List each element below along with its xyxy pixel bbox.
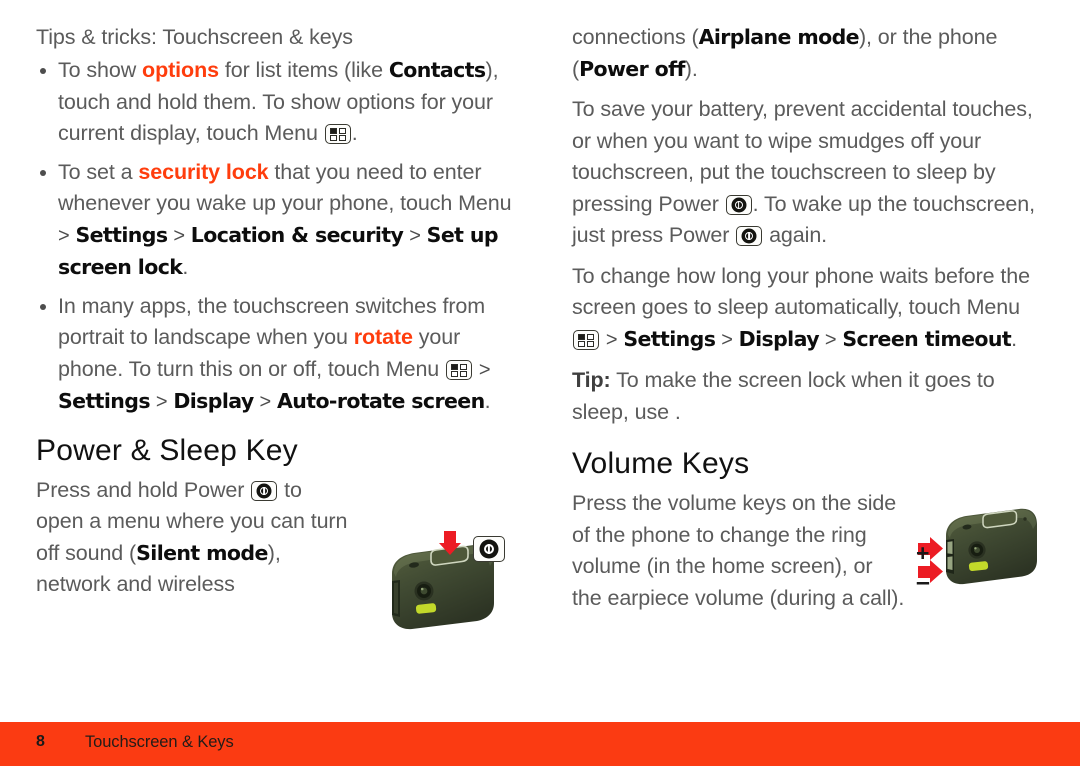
power-icon [725,194,752,215]
bullet2-sep2: > [173,224,185,247]
timeout-sep2: > [721,328,733,351]
volume-up-label: + [916,540,930,566]
power-seg1: Press and hold Power [36,477,251,502]
menu-icon [446,359,473,380]
tip-text: To make the screen lock when it goes to … [572,368,995,424]
timeout-ui-screen-timeout: Screen timeout [842,326,1012,351]
menu-icon [324,124,351,144]
screen-timeout-paragraph: To change how long your phone waits befo… [572,261,1050,357]
cont-seg3: ). [684,56,698,81]
footer-bar: 8 Touchscreen & Keys [0,722,1080,766]
phone-side-volume-keys-illustration [918,500,1042,592]
volume-down-label: – [916,568,930,596]
bullet3-sep3: > [259,391,272,413]
bullet1-ui-contacts: Contacts [388,58,486,82]
timeout-seg2: . [1011,326,1017,351]
power-icon [473,536,505,562]
power-sleep-paragraph: Press and hold Power to open a menu wher… [36,475,354,601]
bullet2-ui-settings: Settings [75,222,168,247]
continuation-paragraph: connections (Airplane mode), or the phon… [572,22,1050,85]
bullet3-ui-settings: Settings [58,389,151,413]
tip-label: Tip: [572,368,611,392]
bullet2-sep1: > [58,224,70,247]
power-icon [736,226,763,246]
timeout-sep3: > [824,328,837,351]
bullet1-seg4: . [351,121,358,145]
bullet3-sep1: > [478,358,491,381]
bullet1-seg2: for list items (like [218,58,389,82]
manual-page: Tips & tricks: Touchscreen & keys To sho… [0,0,1080,766]
bullet2-ui-location-security: Location & security [190,222,404,247]
power-key-callout-icon [472,536,506,562]
bullet1-seg1: To show [58,58,143,82]
page-title-volume-keys: Volume Keys [572,447,750,480]
timeout-seg1: To change how long your phone waits befo… [572,263,1030,320]
bullet3-ui-auto-rotate-screen: Auto-rotate screen [276,389,485,413]
page-number: 8 [36,733,45,750]
tips-lead-line: Tips & tricks: Touchscreen & keys [36,25,353,49]
bullet2-sep3: > [409,224,421,247]
bullet3-sep2: > [155,391,168,413]
volume-keys-paragraph: Press the volume keys on the side of the… [572,491,905,610]
bullet2-seg1: To set a [58,159,139,184]
list-item: To set a security lock that you need to … [36,157,514,284]
timeout-ui-settings: Settings [623,326,716,351]
bullet1-highlight-options: options [142,58,219,82]
list-item: In many apps, the touchscreen switches f… [36,291,514,419]
bullet3-ui-display: Display [173,389,254,413]
bullet2-highlight-security-lock: security lock [138,159,269,184]
tip-paragraph: Tip: To make the screen lock when it goe… [572,365,1050,428]
cont-ui-airplane-mode: Airplane mode [698,25,860,49]
cont-seg1: connections ( [572,25,699,49]
timeout-ui-display: Display [738,326,820,351]
list-item: To show options for list items (like Con… [36,55,514,150]
bullet2-seg3: . [182,255,189,279]
timeout-sep1: > [605,328,618,351]
footer-section-title: Touchscreen & Keys [85,733,234,751]
cont-ui-power-off: Power off [579,56,685,81]
tips-bullet-list: To show options for list items (like Con… [36,55,514,419]
menu-icon [573,329,599,350]
sleep-paragraph: To save your battery, prevent accidental… [572,94,1050,252]
page-title-power-sleep-key: Power & Sleep Key [36,433,298,467]
bullet3-highlight-rotate: rotate [353,325,413,349]
sleep-seg3: again. [763,223,828,247]
power-icon [251,480,278,501]
bullet3-seg3: . [484,389,491,413]
power-ui-silent-mode: Silent mode [136,540,268,565]
left-column: Tips & tricks: Touchscreen & keys To sho… [36,22,514,610]
